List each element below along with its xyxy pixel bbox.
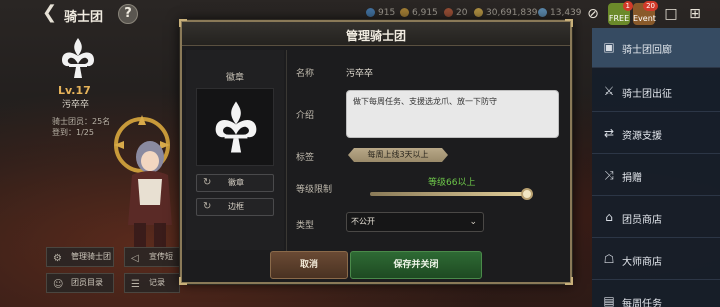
crossed-swords-icon: ⚔ bbox=[603, 84, 615, 98]
no-ads-icon[interactable]: ⊘ bbox=[582, 3, 604, 25]
grid-menu-icon[interactable]: ⊞ bbox=[684, 3, 706, 25]
master-shop-icon: ☖ bbox=[603, 252, 615, 266]
emblem-heading: 徽章 bbox=[225, 73, 244, 83]
help-icon[interactable]: ? bbox=[118, 4, 138, 24]
back-arrow-icon[interactable]: ❮ bbox=[42, 4, 60, 22]
dialog-title-bar: 管理骑士团 bbox=[182, 22, 570, 46]
frame-button[interactable]: ↻ 边框 bbox=[196, 198, 274, 216]
level-slider-handle[interactable] bbox=[520, 188, 533, 200]
tag-label: 标签 bbox=[296, 153, 315, 163]
shuffle-icon: ⤨ bbox=[604, 168, 614, 182]
guild-name: 污卒卒 bbox=[62, 100, 90, 110]
column-divider bbox=[286, 50, 287, 255]
sidebar-item-master-shop[interactable]: ☖ 大师商店 bbox=[592, 240, 720, 280]
manage-guild-dialog: 管理骑士团 徽章 ↻ 徽章 ↻ 边框 名称 污卒卒 介绍 做下每周任务、支援选龙… bbox=[179, 19, 573, 285]
resource-1: 915 bbox=[366, 8, 395, 18]
name-label: 名称 bbox=[296, 69, 315, 79]
intro-label: 介绍 bbox=[296, 111, 315, 121]
intro-textarea[interactable]: 做下每周任务、支援选龙爪、放一下防守 bbox=[346, 90, 559, 138]
cancel-button[interactable]: 取消 bbox=[270, 251, 348, 279]
guild-level: Lv.17 bbox=[58, 84, 91, 97]
support-icon: ⇄ bbox=[603, 126, 615, 140]
guild-sidebar: ▣ 骑士团回廊 ⚔ 骑士团出征 ⇄ 资源支援 ⤨ 捐赠 ⌂ 团员商店 ☖ 大师商店 ▤ 每周任… bbox=[592, 28, 720, 307]
resource-4: 30,691,839 bbox=[474, 8, 538, 18]
event-badge: 20 bbox=[643, 1, 658, 11]
level-slider-fill bbox=[370, 192, 527, 196]
weekly-task-icon: ▤ bbox=[603, 294, 615, 307]
chevron-down-icon: ⌄ bbox=[469, 217, 477, 227]
emblem-button[interactable]: ↻ 徽章 bbox=[196, 174, 274, 192]
emblem-preview bbox=[196, 88, 274, 166]
gear-icon: ⚙ bbox=[53, 253, 62, 264]
members-icon: ☺ bbox=[53, 279, 64, 290]
page-title: 骑士团 bbox=[64, 10, 104, 25]
dialog-title: 管理骑士团 bbox=[345, 29, 406, 43]
record-icon: ☰ bbox=[131, 279, 140, 290]
level-limit-label: 等级限制 bbox=[296, 185, 333, 195]
save-and-close-button[interactable]: 保存并关闭 bbox=[350, 251, 482, 279]
sidebar-item-support[interactable]: ⇄ 资源支援 bbox=[592, 114, 720, 154]
megaphone-icon: ◁ bbox=[131, 253, 139, 264]
ranking: 登到：1/25 bbox=[52, 128, 94, 137]
frame-corner bbox=[565, 277, 573, 285]
member-count: 骑士团员：25名 bbox=[52, 117, 111, 126]
gold-icon bbox=[474, 8, 483, 17]
frame-corner bbox=[179, 277, 187, 285]
type-label: 类型 bbox=[296, 221, 315, 231]
sidebar-item-gallery[interactable]: ▣ 骑士团回廊 bbox=[592, 28, 720, 68]
shop-icon: ⌂ bbox=[605, 210, 613, 224]
war-button[interactable]: ◁ 宣传短 bbox=[124, 247, 180, 267]
manage-guild-button[interactable]: ⚙ 管理骑士团 bbox=[46, 247, 114, 267]
chat-icon[interactable]: □ bbox=[660, 3, 682, 25]
sidebar-item-expedition[interactable]: ⚔ 骑士团出征 bbox=[592, 72, 720, 112]
coin-icon bbox=[400, 8, 409, 17]
member-list-button[interactable]: ☺ 团员目录 bbox=[46, 273, 114, 293]
fleur-de-lis-icon bbox=[215, 101, 257, 153]
gallery-icon: ▣ bbox=[603, 40, 615, 54]
resource-2: 6,915 bbox=[400, 8, 438, 18]
event-icon[interactable]: Event 20 bbox=[633, 1, 658, 25]
sidebar-item-weekly-task[interactable]: ▤ 每周任务 bbox=[592, 282, 720, 307]
hero-character bbox=[114, 115, 172, 247]
sidebar-item-donate[interactable]: ⤨ 捐赠 bbox=[592, 156, 720, 196]
stamina-icon bbox=[444, 8, 453, 17]
resource-5: 13,439 bbox=[538, 8, 582, 18]
crystal-icon bbox=[538, 8, 547, 17]
emblem-panel: 徽章 ↻ 徽章 ↻ 边框 bbox=[186, 50, 284, 250]
sidebar-item-member-shop[interactable]: ⌂ 团员商店 bbox=[592, 198, 720, 238]
level-limit-value: 等级66以上 bbox=[428, 178, 476, 188]
gem-icon bbox=[366, 8, 375, 17]
resource-3: 20 bbox=[444, 8, 467, 18]
name-value: 污卒卒 bbox=[346, 69, 374, 79]
type-dropdown[interactable]: 不公开 ⌄ bbox=[346, 212, 484, 232]
tag-selector[interactable]: 每周上线3天以上 bbox=[348, 148, 448, 162]
gift-badge: 1 bbox=[622, 1, 633, 11]
guild-emblem-icon bbox=[62, 38, 94, 78]
record-button[interactable]: ☰ 记录 bbox=[124, 273, 180, 293]
level-slider[interactable] bbox=[370, 188, 533, 200]
free-gift-icon[interactable]: FREE 1 bbox=[608, 1, 633, 25]
